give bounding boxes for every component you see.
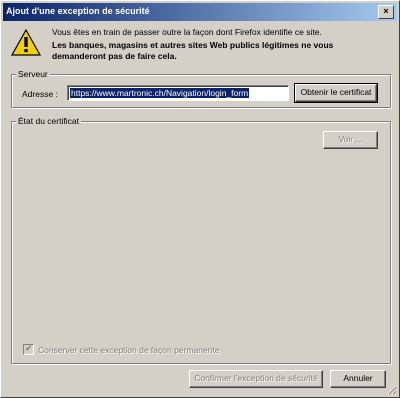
window-title: Ajout d'une exception de sécurité bbox=[6, 6, 150, 16]
warning-message: Vous êtes en train de passer outre la fa… bbox=[52, 27, 322, 37]
address-value: https://www.martronic.ch/Navigation/logi… bbox=[70, 88, 250, 98]
close-icon: × bbox=[383, 6, 389, 16]
address-input[interactable]: https://www.martronic.ch/Navigation/logi… bbox=[67, 85, 289, 101]
address-label: Adresse : bbox=[22, 89, 58, 99]
certificate-status-group bbox=[11, 121, 391, 364]
confirm-exception-button[interactable]: Confirmer l'exception de sécurité bbox=[189, 370, 323, 388]
checkmark-icon: ✔ bbox=[25, 343, 33, 353]
certificate-group-label: État du certificat bbox=[16, 116, 81, 126]
dialog-window: Ajout d'une exception de sécurité × Vous… bbox=[0, 0, 400, 398]
permanent-exception-row[interactable]: ✔ Conserver cette exception de façon per… bbox=[23, 343, 220, 355]
permanent-exception-label: Conserver cette exception de façon perma… bbox=[38, 344, 220, 355]
close-button[interactable]: × bbox=[378, 5, 394, 19]
warning-triangle-icon bbox=[11, 29, 41, 56]
permanent-exception-checkbox[interactable]: ✔ bbox=[23, 343, 34, 355]
view-certificate-button[interactable]: Voir ... bbox=[323, 131, 378, 149]
warning-message-bold: Les banques, magasins et autres sites We… bbox=[52, 40, 334, 61]
server-group-label: Serveur bbox=[16, 69, 50, 79]
cancel-button[interactable]: Annuler bbox=[330, 370, 386, 388]
resize-grip-icon[interactable] bbox=[385, 383, 397, 395]
get-certificate-button[interactable]: Obtenir le certificat bbox=[294, 83, 378, 103]
title-bar[interactable]: Ajout d'une exception de sécurité × bbox=[3, 3, 397, 21]
